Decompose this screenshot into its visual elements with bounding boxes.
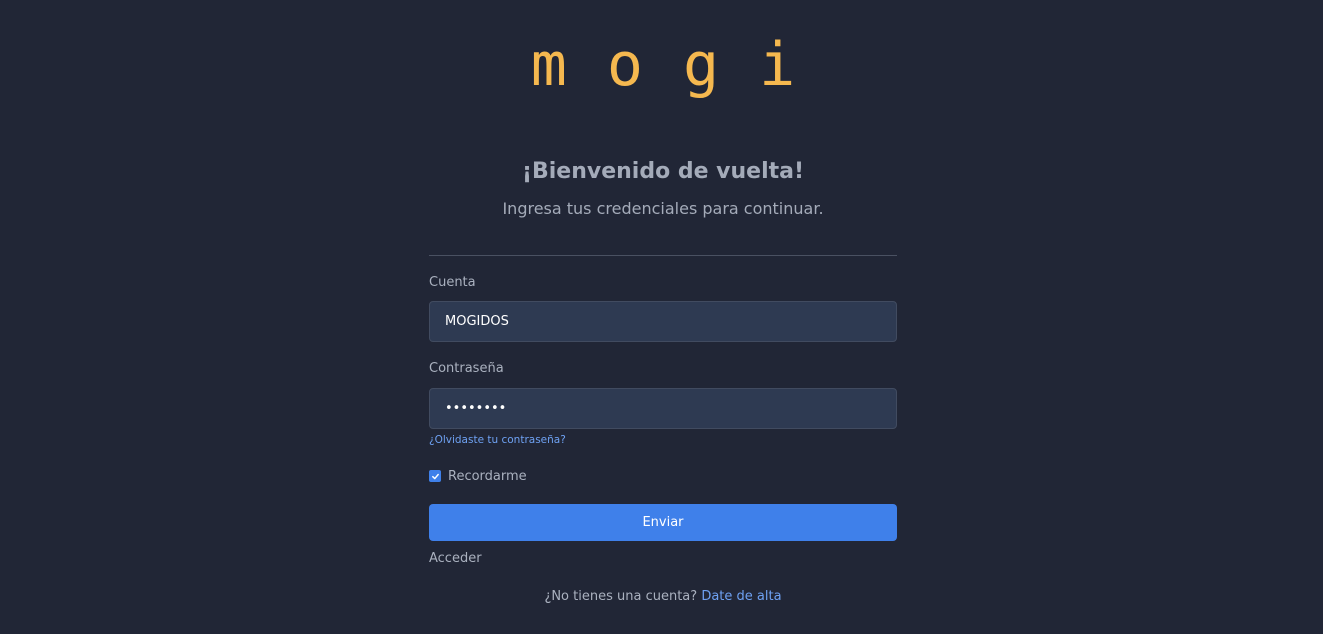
remember-me: Recordarme <box>429 467 527 485</box>
check-icon <box>431 473 439 479</box>
brand-logo: mogi <box>530 30 836 100</box>
signup-link[interactable]: Date de alta <box>701 589 781 604</box>
account-input-value: MOGIDOS <box>445 314 509 329</box>
account-input[interactable]: MOGIDOS <box>429 301 897 342</box>
remember-checkbox[interactable] <box>429 470 441 482</box>
submit-button[interactable]: Enviar <box>429 504 897 541</box>
divider <box>429 255 897 256</box>
signup-prompt: ¿No tienes una cuenta? Date de alta <box>429 588 897 606</box>
password-input[interactable]: •••••••• <box>429 388 897 429</box>
remember-label: Recordarme <box>448 468 527 484</box>
password-input-value: •••••••• <box>445 401 507 416</box>
account-label: Cuenta <box>429 275 476 290</box>
access-text: Acceder <box>429 551 482 566</box>
page-subtitle: Ingresa tus credenciales para continuar. <box>502 199 824 218</box>
page-title: ¡Bienvenido de vuelta! <box>521 159 805 184</box>
password-label: Contraseña <box>429 361 504 376</box>
forgot-password-link[interactable]: ¿Olvidaste tu contraseña? <box>429 433 566 447</box>
signup-prompt-text: ¿No tienes una cuenta? <box>544 589 698 604</box>
